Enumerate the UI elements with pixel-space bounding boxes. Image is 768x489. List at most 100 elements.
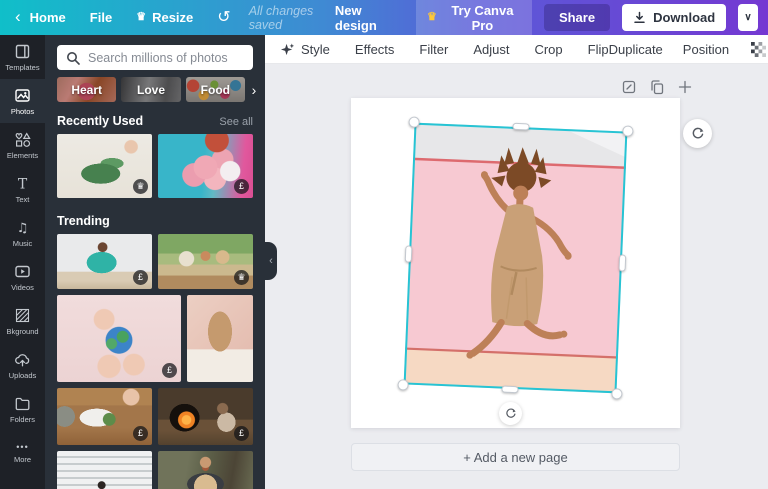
resize-handle-top[interactable] xyxy=(512,122,530,131)
photo-thumb-fireplace[interactable]: £ xyxy=(158,388,253,445)
new-design-button[interactable]: New design xyxy=(335,3,400,33)
folder-icon xyxy=(14,395,31,412)
chip-love[interactable]: Love xyxy=(121,77,181,102)
canva-editor: ‹ Home File ♛ Resize ↺ All changes saved… xyxy=(0,0,768,489)
sidebar-item-photos[interactable]: Photos xyxy=(0,79,45,123)
resize-handle-bottom[interactable] xyxy=(501,385,519,394)
recent-photos-grid: ♛ £ xyxy=(57,134,253,198)
sidebar-item-label: Photos xyxy=(10,106,35,116)
style-label: Style xyxy=(301,41,330,57)
videos-icon xyxy=(14,263,31,280)
download-button[interactable]: Download xyxy=(622,4,727,31)
duplicate-page-icon[interactable] xyxy=(649,79,665,95)
duplicate-button[interactable]: Duplicate xyxy=(609,42,663,57)
sidebar-item-templates[interactable]: Templates xyxy=(0,35,45,79)
add-new-page-button[interactable]: + Add a new page xyxy=(351,443,680,471)
sidebar-item-background[interactable]: Bkground xyxy=(0,299,45,343)
category-chips: Heart Love Food xyxy=(57,77,245,102)
style-button[interactable]: Style xyxy=(280,42,330,57)
photo-thumb-yellow-shirt-blinds[interactable] xyxy=(57,451,152,489)
sidebar-item-label: Videos xyxy=(11,282,34,292)
crown-icon: ♛ xyxy=(426,11,437,23)
sidebar-item-videos[interactable]: Videos xyxy=(0,255,45,299)
photo-thumb-fern-leaf[interactable]: ♛ xyxy=(57,134,152,198)
transparency-button[interactable] xyxy=(751,41,767,57)
context-toolbar: Style Effects Filter Adjust Crop Flip Du… xyxy=(265,35,768,64)
resize-handle-right[interactable] xyxy=(618,253,627,272)
rotate-handle[interactable] xyxy=(499,402,522,425)
svg-text:♫: ♫ xyxy=(17,221,29,236)
search-input[interactable]: Search millions of photos xyxy=(57,45,253,70)
search-placeholder: Search millions of photos xyxy=(88,50,228,65)
svg-text:T: T xyxy=(18,176,28,192)
chip-food[interactable]: Food xyxy=(185,77,245,102)
design-page[interactable] xyxy=(351,98,680,428)
home-button[interactable]: Home xyxy=(30,10,66,25)
sidebar-item-uploads[interactable]: Uploads xyxy=(0,343,45,387)
top-bar-left: ‹ Home File ♛ Resize ↺ All changes saved xyxy=(8,4,335,32)
text-icon: T xyxy=(14,175,31,192)
photo-thumb-paper-globe[interactable]: £ xyxy=(57,295,181,382)
cycle-icon xyxy=(690,126,705,141)
add-page-icon[interactable] xyxy=(677,79,693,95)
see-all-link[interactable]: See all xyxy=(219,116,253,128)
sidebar-item-folders[interactable]: Folders xyxy=(0,387,45,431)
canvas-area[interactable]: + Add a new page xyxy=(265,64,768,489)
resize-handle-left[interactable] xyxy=(404,244,413,263)
photo-thumb-outdoor-dinner[interactable]: ♛ xyxy=(158,234,253,289)
save-status: All changes saved xyxy=(248,3,314,32)
chip-label: Heart xyxy=(71,82,102,97)
flip-button[interactable]: Flip xyxy=(588,42,609,57)
top-bar: ‹ Home File ♛ Resize ↺ All changes saved… xyxy=(0,0,768,39)
selected-image[interactable] xyxy=(397,116,634,400)
toolbar-icon-group xyxy=(751,41,768,57)
chips-next-button[interactable]: › xyxy=(246,77,262,102)
sidebar-item-more[interactable]: ••• More xyxy=(0,431,45,475)
shuffle-photo-button[interactable] xyxy=(683,119,712,148)
share-button[interactable]: Share xyxy=(543,4,611,31)
top-bar-right: New design ♛ Try Canva Pro Share Downloa… xyxy=(335,0,758,39)
photos-panel: Search millions of photos Heart Love Foo… xyxy=(45,35,265,489)
photo-thumb-kitchen-cooking[interactable]: £ xyxy=(57,234,152,289)
file-menu[interactable]: File xyxy=(90,10,112,25)
section-title: Recently Used xyxy=(57,114,144,128)
sidebar-rail: Templates Photos Elements T Text ♫ Music… xyxy=(0,35,45,489)
notes-icon[interactable] xyxy=(621,79,637,95)
trending-grid-row2: £ xyxy=(57,295,253,382)
chip-heart[interactable]: Heart xyxy=(57,77,117,102)
adjust-button[interactable]: Adjust xyxy=(473,42,509,57)
toolbar-right: Duplicate Position xyxy=(609,41,768,57)
background-icon xyxy=(14,307,31,324)
page-actions xyxy=(621,79,693,95)
sidebar-item-label: More xyxy=(13,455,32,464)
sidebar-item-label: Music xyxy=(12,238,33,248)
sidebar-item-elements[interactable]: Elements xyxy=(0,123,45,167)
resize-menu[interactable]: ♛ Resize xyxy=(136,10,193,25)
paid-badge: £ xyxy=(133,270,148,285)
crop-button[interactable]: Crop xyxy=(534,42,562,57)
resize-handle-top-right[interactable] xyxy=(622,125,634,137)
try-canva-pro-button[interactable]: ♛ Try Canva Pro xyxy=(415,0,532,39)
photo-thumb-girl-pink-wall[interactable] xyxy=(187,295,253,382)
paid-badge: £ xyxy=(162,363,177,378)
download-options-button[interactable]: ∨ xyxy=(738,4,758,31)
resize-handle-bottom-right[interactable] xyxy=(611,388,623,400)
effects-button[interactable]: Effects xyxy=(355,42,395,57)
back-home-icon[interactable]: ‹ xyxy=(15,8,21,25)
undo-button[interactable]: ↺ xyxy=(217,9,230,26)
photo-thumb-washing-greens[interactable]: £ xyxy=(57,388,152,445)
panel-collapse-button[interactable]: ‹ xyxy=(265,242,277,280)
download-label: Download xyxy=(653,10,716,25)
trending-grid-row1: £ ♛ xyxy=(57,234,253,289)
photo-thumb-pink-roses[interactable]: £ xyxy=(158,134,253,198)
crown-icon: ♛ xyxy=(136,11,147,23)
resize-label: Resize xyxy=(152,10,194,25)
sidebar-item-text[interactable]: T Text xyxy=(0,167,45,211)
photo-thumb-shopkeeper-apron[interactable] xyxy=(158,451,253,489)
resize-handle-bottom-left[interactable] xyxy=(397,379,409,391)
trending-header: Trending xyxy=(57,214,253,228)
position-button[interactable]: Position xyxy=(683,42,729,57)
filter-button[interactable]: Filter xyxy=(419,42,448,57)
sidebar-item-music[interactable]: ♫ Music xyxy=(0,211,45,255)
rotate-icon xyxy=(504,407,517,420)
